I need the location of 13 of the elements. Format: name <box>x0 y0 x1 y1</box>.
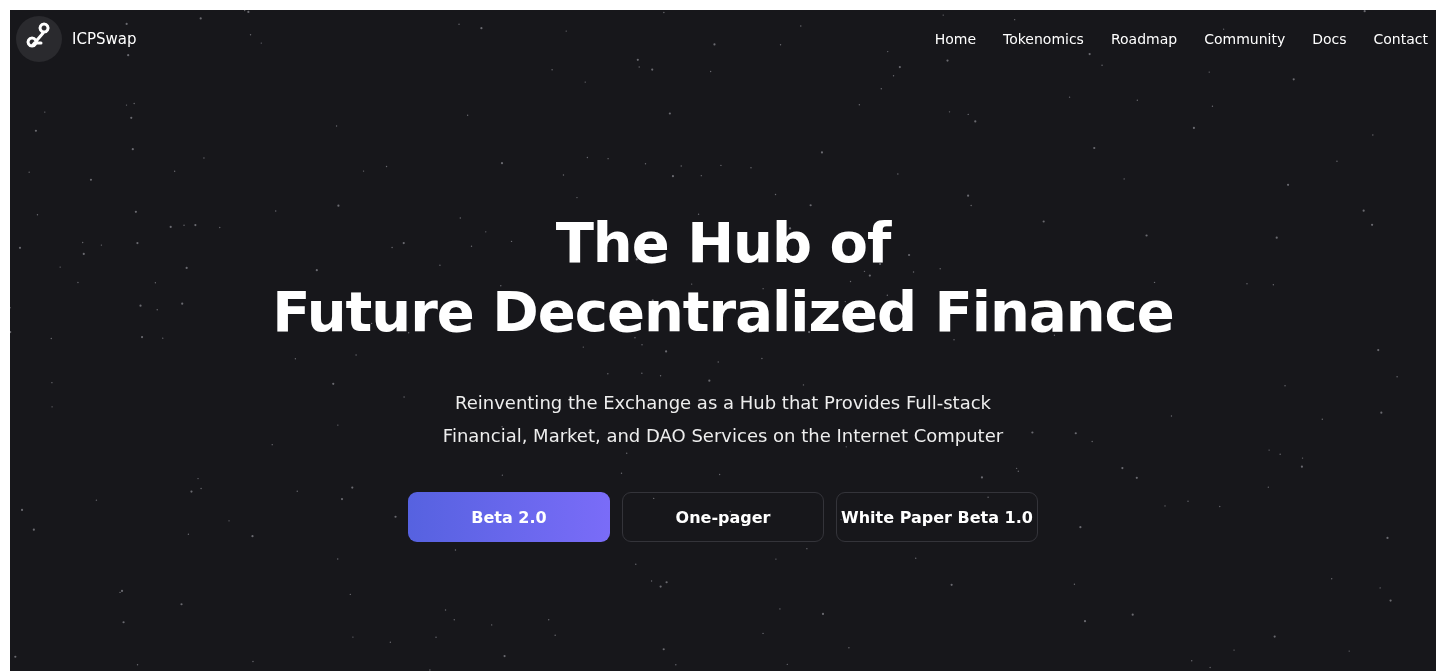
hero-button[interactable]: Beta 2.0 <box>408 492 610 542</box>
nav-link[interactable]: Community <box>1204 31 1286 47</box>
nav-link[interactable]: Home <box>934 31 976 47</box>
nav-link[interactable]: Tokenomics <box>1003 31 1084 47</box>
hero-button[interactable]: One-pager <box>622 492 824 542</box>
nav-link[interactable]: Docs <box>1312 31 1347 47</box>
logo-icon[interactable] <box>16 16 62 62</box>
brand-name[interactable]: ICPSwap <box>72 30 137 48</box>
hero-button[interactable]: White Paper Beta 1.0 <box>836 492 1038 542</box>
hero-title: The Hub of Future Decentralized Finance <box>272 209 1174 346</box>
nav-link[interactable]: Roadmap <box>1110 31 1178 47</box>
hero-subtitle: Reinventing the Exchange as a Hub that Provides Full-stack Financial, Market, and DAO Services on the Internet Computer <box>442 391 1004 448</box>
nav-link[interactable]: Contact <box>1373 31 1428 47</box>
